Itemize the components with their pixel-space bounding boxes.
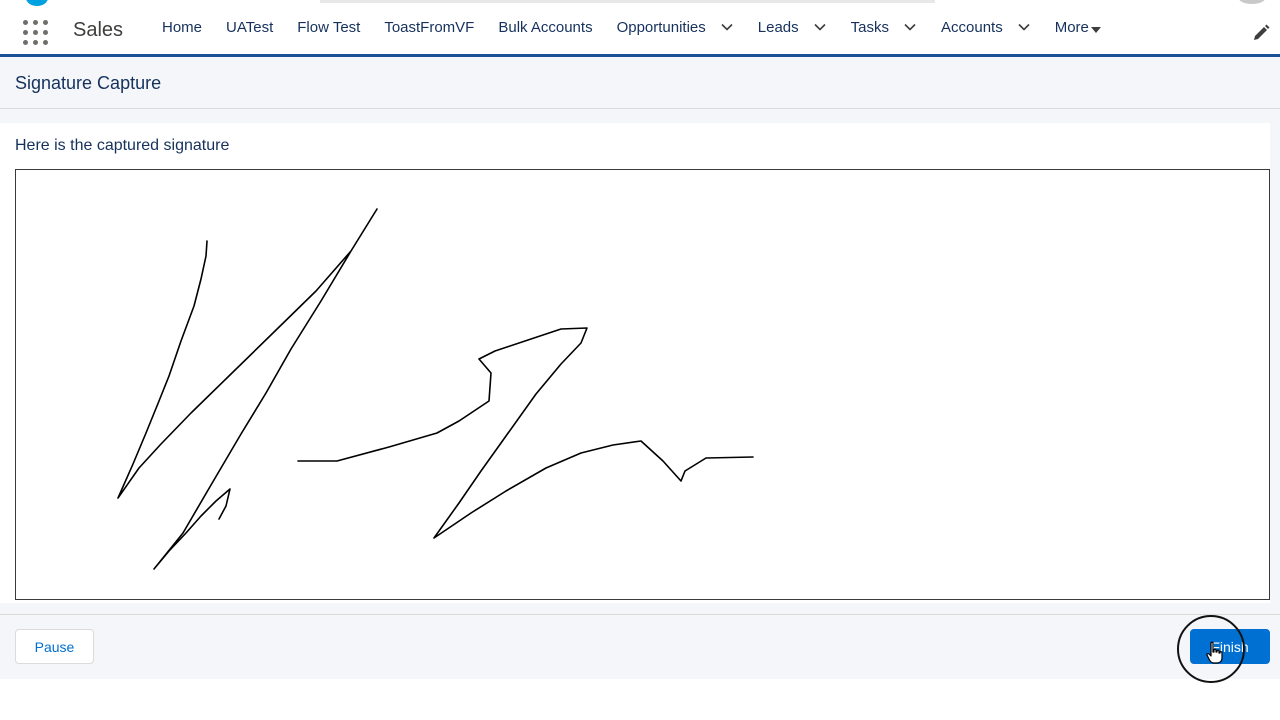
nav-item-more[interactable]: More (1043, 0, 1113, 54)
pause-button[interactable]: Pause (15, 629, 94, 664)
nav-item-label: UATest (226, 18, 274, 36)
pencil-icon[interactable] (1252, 24, 1270, 42)
nav-item-home[interactable]: Home (150, 0, 214, 54)
triangle-down-icon (1090, 22, 1101, 33)
page-bottom (0, 679, 1280, 720)
nav-item-opportunities[interactable]: Opportunities (605, 0, 746, 54)
launcher-dot (43, 40, 48, 45)
nav-item-label: Opportunities (616, 18, 706, 36)
finish-button[interactable]: Finish (1190, 629, 1270, 664)
nav-item-toastfromvf[interactable]: ToastFromVF (372, 0, 486, 54)
chevron-down-icon[interactable] (1017, 20, 1031, 34)
nav-item-uatest[interactable]: UATest (214, 0, 285, 54)
app-launcher-icon[interactable] (22, 19, 50, 47)
app-name: Sales (73, 19, 124, 41)
nav-item-label: Accounts (941, 18, 1003, 36)
chevron-down-icon[interactable] (720, 20, 734, 34)
nav-item-tasks[interactable]: Tasks (839, 0, 929, 54)
nav-item-label: Home (162, 18, 203, 36)
signature-stroke-1 (117, 208, 378, 570)
page-header (0, 57, 1280, 109)
chevron-down-icon[interactable] (813, 20, 827, 34)
launcher-dot (33, 40, 38, 45)
flow-footer (0, 614, 1280, 679)
launcher-dot (23, 40, 28, 45)
nav-item-label: ToastFromVF (384, 18, 475, 36)
nav-item-label: Flow Test (297, 18, 361, 36)
signature-canvas (15, 169, 1270, 600)
signature-caption: Here is the captured signature (15, 137, 230, 154)
nav-item-label: More (1054, 18, 1089, 36)
nav-item-flow-test[interactable]: Flow Test (285, 0, 372, 54)
launcher-dot (33, 20, 38, 25)
launcher-dot (23, 20, 28, 25)
nav-item-label: Bulk Accounts (498, 18, 593, 36)
signature-stroke-2 (297, 327, 754, 539)
nav-item-label: Leads (757, 18, 799, 36)
launcher-dot (43, 30, 48, 35)
page-title: Signature Capture (15, 73, 162, 93)
nav-bar: Home UATest Flow Test ToastFromVF Bulk Accou… (150, 0, 1113, 54)
nav-item-accounts[interactable]: Accounts (929, 0, 1043, 54)
launcher-dot (43, 20, 48, 25)
nav-item-bulk-accounts[interactable]: Bulk Accounts (486, 0, 604, 54)
nav-item-leads[interactable]: Leads (746, 0, 839, 54)
nav-item-label: Tasks (850, 18, 889, 36)
launcher-dot (23, 30, 28, 35)
chevron-down-icon[interactable] (903, 20, 917, 34)
signature-drawing (117, 208, 754, 570)
launcher-dot (33, 30, 38, 35)
